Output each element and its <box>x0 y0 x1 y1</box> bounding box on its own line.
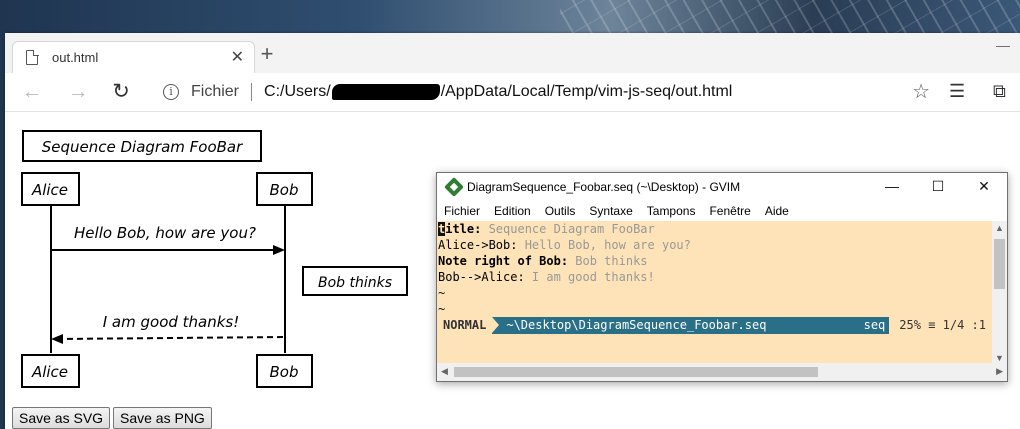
actor-alice-bottom-label: Alice <box>31 363 68 381</box>
tab-close-icon[interactable]: ✕ <box>231 49 244 66</box>
gvim-vertical-scrollbar[interactable]: ▲ ▼ <box>992 221 1007 365</box>
editor-line: Alice->Bob: Hello Bob, how are you? <box>438 238 691 252</box>
menu-fichier[interactable]: Fichier <box>444 204 480 218</box>
actor-alice-top-label: Alice <box>31 181 68 199</box>
editor-line: Bob-->Alice: I am good thanks! <box>438 270 655 284</box>
gvim-app-icon <box>444 177 464 197</box>
menu-tampons[interactable]: Tampons <box>647 204 696 218</box>
horizontal-scroll-thumb[interactable] <box>454 367 818 377</box>
editor-tilde: ~ <box>438 286 446 300</box>
menu-edition[interactable]: Edition <box>494 204 531 218</box>
vim-statusline: NORMAL ~\Desktop\DiagramSequence_Foobar.… <box>437 317 992 334</box>
page-icon <box>26 49 39 65</box>
forward-icon[interactable]: → <box>65 80 91 106</box>
editor-line: title: Sequence Diagram FooBar <box>438 222 655 236</box>
favorite-star-icon[interactable]: ☆ <box>912 79 930 104</box>
tab-strip: out.html ✕ + — <box>5 33 1020 73</box>
status-file: ~\Desktop\DiagramSequence_Foobar.seq <box>506 318 767 332</box>
menu-fenetre[interactable]: Fenêtre <box>709 204 750 218</box>
address-prefix: Fichier <box>191 83 240 100</box>
gvim-maximize-icon[interactable]: ☐ <box>915 173 961 201</box>
info-icon[interactable]: i <box>163 84 179 100</box>
gvim-minimize-icon[interactable]: — <box>869 173 915 201</box>
message-2-arrowhead <box>51 334 63 344</box>
favorites-list-icon[interactable]: ☰ <box>949 81 965 102</box>
new-tab-button[interactable]: + <box>255 43 279 67</box>
tab-title: out.html <box>52 50 99 65</box>
address-separator <box>251 83 253 101</box>
minimize-icon[interactable]: — <box>996 37 1010 53</box>
gvim-window: DiagramSequence_Foobar.seq (~\Desktop) -… <box>436 172 1008 382</box>
message-1-arrowhead <box>273 245 285 255</box>
refresh-icon[interactable]: ↻ <box>108 80 134 106</box>
menu-syntaxe[interactable]: Syntaxe <box>589 204 632 218</box>
collections-icon[interactable]: ⧉ <box>993 81 1006 102</box>
address-url[interactable]: C:/Users//AppData/Local/Temp/vim-js-seq/… <box>264 83 732 101</box>
menu-aide[interactable]: Aide <box>765 204 789 218</box>
gvim-close-icon[interactable]: ✕ <box>961 173 1007 201</box>
status-mode: NORMAL <box>437 317 493 334</box>
status-file-section: ~\Desktop\DiagramSequence_Foobar.seq seq <box>492 317 897 334</box>
save-png-button[interactable]: Save as PNG <box>113 407 212 429</box>
address-bar[interactable]: i Fichier C:/Users//AppData/Local/Temp/v… <box>150 76 930 108</box>
status-position: 25% ≡ 1/4 :1 <box>889 317 992 334</box>
menu-outils[interactable]: Outils <box>545 204 576 218</box>
editor-line: Note right of Bob: Bob thinks <box>438 254 648 268</box>
editor-tilde: ~ <box>438 302 446 316</box>
sequence-diagram: Sequence Diagram FooBar Alice Bob Hello … <box>21 130 408 388</box>
note-label: Bob thinks <box>318 275 392 291</box>
actor-bob-bottom-label: Bob <box>270 363 299 381</box>
gvim-titlebar: DiagramSequence_Foobar.seq (~\Desktop) -… <box>437 173 1007 201</box>
message-1-label: Hello Bob, how are you? <box>74 224 256 242</box>
back-icon[interactable]: ← <box>19 80 45 106</box>
gvim-window-title: DiagramSequence_Foobar.seq (~\Desktop) -… <box>467 180 741 194</box>
tab-out-html[interactable]: out.html ✕ <box>12 41 255 73</box>
redacted-username <box>331 83 440 100</box>
status-filetype: seq <box>863 318 886 332</box>
browser-toolbar: ← → ↻ i Fichier C:/Users//AppData/Local/… <box>5 73 1020 112</box>
gvim-editor[interactable]: title: Sequence Diagram FooBar Alice->Bo… <box>437 221 992 365</box>
gvim-menubar: Fichier Edition Outils Syntaxe Tampons F… <box>437 201 1007 221</box>
gvim-horizontal-scrollbar[interactable]: ◀ ▶ <box>437 363 1007 381</box>
message-2-arrow <box>56 336 286 340</box>
diagram-title: Sequence Diagram FooBar <box>42 138 243 156</box>
actor-bob-top-label: Bob <box>270 181 299 199</box>
message-2-label: I am good thanks! <box>103 313 240 331</box>
save-svg-button[interactable]: Save as SVG <box>12 407 111 429</box>
vertical-scroll-thumb[interactable] <box>994 239 1005 289</box>
